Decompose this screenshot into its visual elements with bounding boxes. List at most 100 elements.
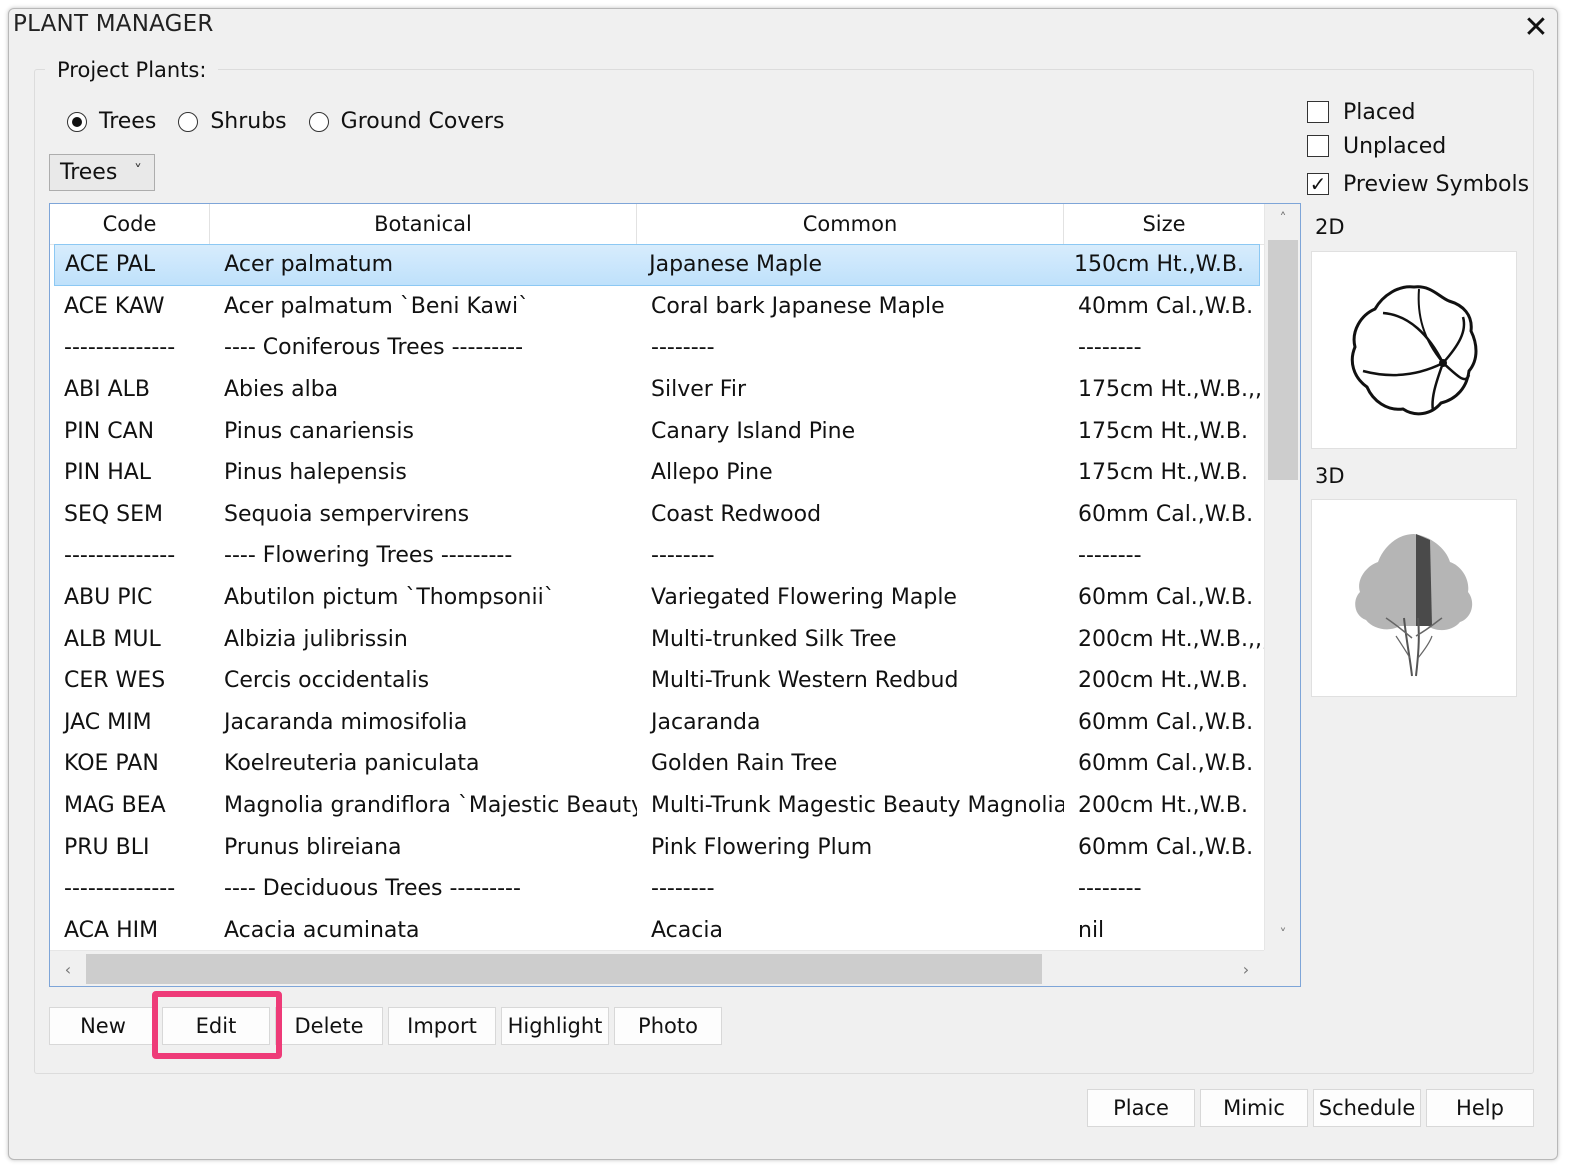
- column-header-size[interactable]: Size: [1064, 204, 1264, 244]
- delete-button[interactable]: Delete: [275, 1007, 383, 1045]
- table-row[interactable]: PIN CAN Pinus canariensis Canary Island Pi…: [50, 410, 1264, 452]
- cell-code: ACE KAW: [64, 293, 165, 319]
- table-row[interactable]: PIN HAL Pinus halepensis Allepo Pine 175cm …: [50, 452, 1264, 494]
- cell-common: Pink Flowering Plum: [651, 834, 873, 860]
- mimic-button[interactable]: Mimic: [1200, 1089, 1308, 1127]
- table-row[interactable]: JAC MIM Jacaranda mimosifolia Jacaranda 60m…: [50, 702, 1264, 744]
- table-row[interactable]: ABI ALB Abies alba Silver Fir 175cm Ht.,W.B…: [50, 369, 1264, 411]
- column-header-botanical[interactable]: Botanical: [210, 204, 637, 244]
- table-row[interactable]: SEQ SEM Sequoia sempervirens Coast Redwood…: [50, 494, 1264, 536]
- cell-botanical: Jacaranda mimosifolia: [224, 709, 468, 735]
- cell-botanical: ---- Flowering Trees ---------: [224, 543, 513, 569]
- cell-code: ALB MUL: [64, 626, 161, 652]
- table-row[interactable]: -------------- ---- Flowering Trees -----…: [50, 535, 1264, 577]
- cell-botanical: Acer palmatum `Beni Kawi`: [224, 293, 530, 319]
- table-row[interactable]: ALB MUL Albizia julibrissin Multi-trunked …: [50, 618, 1264, 660]
- checkbox-placed[interactable]: Placed: [1307, 95, 1529, 129]
- cell-common: Golden Rain Tree: [651, 751, 838, 777]
- cell-common: Silver Fir: [651, 377, 746, 403]
- radio-ground-covers[interactable]: Ground Covers: [308, 109, 505, 134]
- plant-type-radio-group: Trees Shrubs Ground Covers: [67, 109, 526, 134]
- cell-common: Acacia: [651, 917, 723, 943]
- cell-code: PIN CAN: [64, 418, 155, 444]
- cell-size: --------: [1078, 876, 1142, 902]
- radio-button-icon: [308, 111, 329, 132]
- place-button[interactable]: Place: [1087, 1089, 1195, 1127]
- table-row[interactable]: ABU PIC Abutilon pictum `Thompsonii` Varie…: [50, 577, 1264, 619]
- radio-selected-dot: [72, 116, 82, 127]
- radio-label: Ground Covers: [340, 109, 505, 134]
- cell-size: 175cm Ht.,W.B.: [1078, 460, 1248, 486]
- checkbox-icon: [1307, 135, 1329, 157]
- scrollbar-corner: [1264, 950, 1300, 986]
- horizontal-scroll-thumb[interactable]: [86, 954, 1042, 984]
- checkbox-unplaced[interactable]: Unplaced: [1307, 129, 1529, 163]
- preview-3d-label: 3D: [1315, 464, 1345, 488]
- filter-checkboxes: Placed Unplaced ✓ Preview Symbols: [1307, 95, 1529, 201]
- preview-3d-box: [1311, 499, 1517, 697]
- footer-buttons: Place Mimic Schedule Help: [1087, 1089, 1539, 1127]
- horizontal-scrollbar[interactable]: ‹ ›: [50, 950, 1264, 986]
- cell-size: --------: [1078, 335, 1142, 361]
- checkbox-label: Preview Symbols: [1343, 171, 1530, 197]
- chevron-right-icon[interactable]: ›: [1228, 951, 1264, 986]
- vertical-scroll-thumb[interactable]: [1268, 240, 1298, 480]
- checkbox-label: Placed: [1343, 99, 1416, 125]
- schedule-button[interactable]: Schedule: [1313, 1089, 1421, 1127]
- cell-size: 175cm Ht.,W.B.,,: [1078, 377, 1262, 403]
- cell-botanical: Magnolia grandiflora `Majestic Beauty`: [224, 793, 637, 819]
- cell-size: 150cm Ht.,W.B.: [1073, 252, 1244, 278]
- cell-code: CER WES: [64, 668, 166, 694]
- cell-size: 200cm Ht.,W.B.: [1078, 668, 1248, 694]
- radio-label: Shrubs: [210, 109, 287, 134]
- checkbox-icon: [1307, 101, 1329, 123]
- table-row[interactable]: CER WES Cercis occidentalis Multi-Trunk We…: [50, 660, 1264, 702]
- cell-common: Coast Redwood: [651, 501, 822, 527]
- checkmark-icon: ✓: [1307, 173, 1329, 195]
- column-header-common[interactable]: Common: [637, 204, 1064, 244]
- table-row[interactable]: KOE PAN Koelreuteria paniculata Golden Rai…: [50, 743, 1264, 785]
- close-icon[interactable]: ✕: [1521, 13, 1551, 43]
- table-row[interactable]: MAG BEA Magnolia grandiflora `Majestic Be…: [50, 785, 1264, 827]
- cell-botanical: Abutilon pictum `Thompsonii`: [224, 585, 555, 611]
- cell-size: 60mm Cal.,W.B.: [1078, 834, 1254, 860]
- cell-code: PIN HAL: [64, 460, 152, 486]
- help-button[interactable]: Help: [1426, 1089, 1534, 1127]
- table-row[interactable]: PRU BLI Prunus blireiana Pink Flowering Pl…: [50, 826, 1264, 868]
- cell-code: ABI ALB: [64, 377, 151, 403]
- table-row[interactable]: -------------- ---- Deciduous Trees -----…: [50, 868, 1264, 910]
- import-button[interactable]: Import: [388, 1007, 496, 1045]
- checkbox-label: Unplaced: [1343, 133, 1447, 159]
- chevron-up-icon[interactable]: ˄: [1265, 204, 1300, 234]
- category-dropdown[interactable]: Trees ˅: [49, 154, 155, 191]
- cell-code: ACA HIM: [64, 917, 159, 943]
- cell-code: PRU BLI: [64, 834, 150, 860]
- radio-shrubs[interactable]: Shrubs: [178, 109, 287, 134]
- cell-common: Allepo Pine: [651, 460, 773, 486]
- cell-common: Japanese Maple: [649, 252, 823, 278]
- checkbox-preview-symbols[interactable]: ✓ Preview Symbols: [1307, 167, 1529, 201]
- photo-button[interactable]: Photo: [614, 1007, 722, 1045]
- cell-code: --------------: [64, 335, 176, 361]
- radio-label: Trees: [99, 109, 157, 134]
- table-row[interactable]: ACE PAL Acer palmatum Japanese Maple 150cm …: [54, 244, 1260, 286]
- cell-size: 200cm Ht.,W.B.,,,,: [1078, 626, 1264, 652]
- chevron-down-icon[interactable]: ˅: [1265, 920, 1300, 950]
- cell-botanical: Koelreuteria paniculata: [224, 751, 480, 777]
- cell-size: 60mm Cal.,W.B.: [1078, 585, 1254, 611]
- vertical-scrollbar[interactable]: ˄ ˅: [1264, 204, 1300, 950]
- chevron-left-icon[interactable]: ‹: [50, 951, 86, 986]
- radio-button-icon: [67, 111, 87, 132]
- edit-button[interactable]: Edit: [162, 1007, 270, 1045]
- table-header: Code Botanical Common Size: [50, 204, 1264, 245]
- new-button[interactable]: New: [49, 1007, 157, 1045]
- table-row[interactable]: ACA HIM Acacia acuminata Acacia nil: [50, 910, 1264, 952]
- cell-size: 40mm Cal.,W.B.: [1078, 293, 1254, 319]
- table-row[interactable]: -------------- ---- Coniferous Trees ----…: [50, 327, 1264, 369]
- radio-trees[interactable]: Trees: [67, 109, 156, 134]
- tree-3d-symbol-icon: [1355, 534, 1473, 677]
- highlight-button[interactable]: Highlight: [501, 1007, 609, 1045]
- column-header-code[interactable]: Code: [50, 204, 210, 244]
- cell-code: JAC MIM: [64, 709, 152, 735]
- table-row[interactable]: ACE KAW Acer palmatum `Beni Kawi` Coral ba…: [50, 286, 1264, 328]
